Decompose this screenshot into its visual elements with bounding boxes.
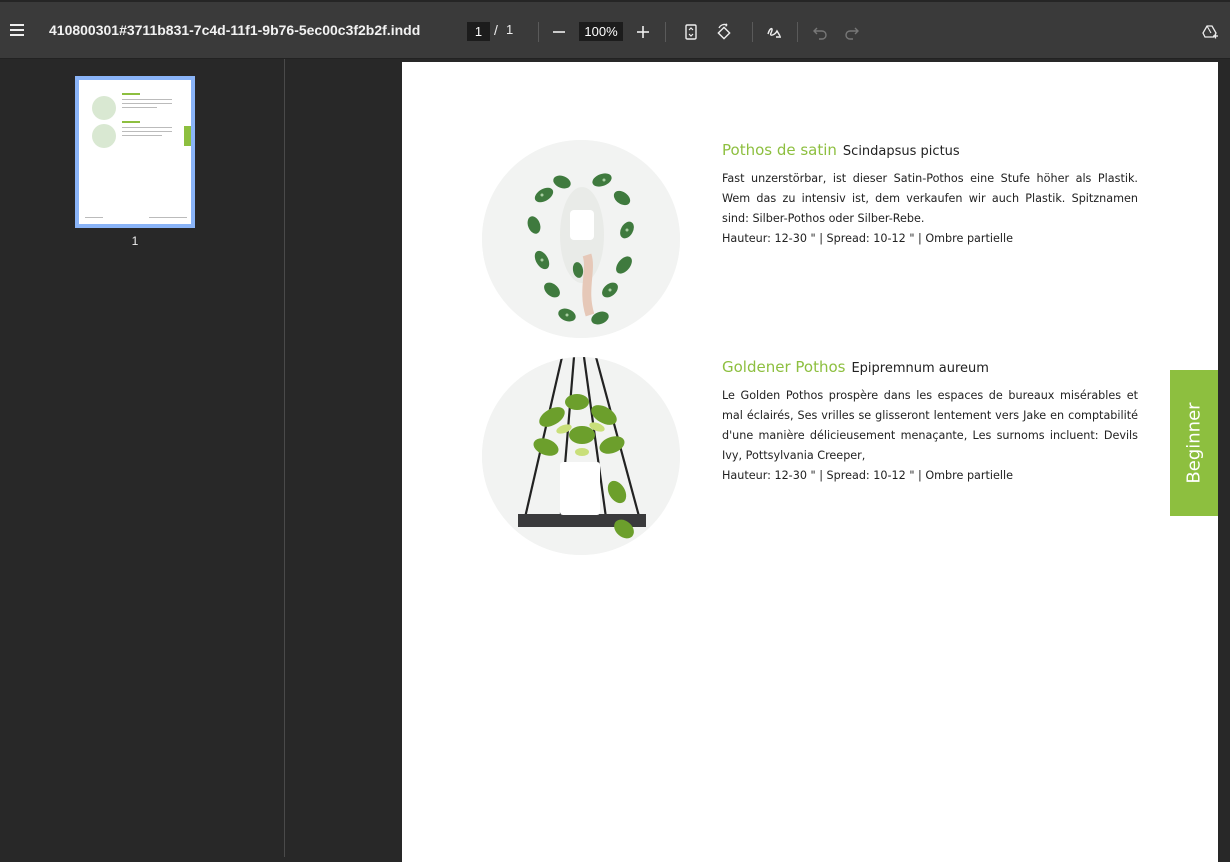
thumbnail-text-line	[122, 107, 157, 108]
thumbnail-footer-line	[85, 217, 103, 218]
thumbnail-text-line	[122, 103, 172, 104]
plant-description: Fast unzerstörbar, ist dieser Satin-Poth…	[722, 172, 1138, 225]
thumbnail-level-tab	[184, 126, 191, 146]
thumbnail-footer-line	[149, 217, 187, 218]
thumbnail-plant-image	[92, 124, 116, 148]
difficulty-level-tab: Beginner	[1170, 370, 1218, 516]
drive-add-icon	[1202, 25, 1218, 39]
draw-icon	[767, 27, 781, 38]
menu-icon[interactable]	[6, 18, 28, 42]
plant-heading: Goldener Pothos Epipremnum aureum	[722, 357, 1138, 376]
thumbnail-sidebar: 1	[0, 59, 285, 857]
thumbnail-page-number: 1	[131, 234, 139, 248]
plant-scientific-name: Epipremnum aureum	[851, 361, 989, 376]
plant-common-name: Goldener Pothos	[722, 358, 846, 376]
satin-pothos-image	[482, 140, 680, 338]
fit-page-button[interactable]	[678, 19, 704, 45]
thumbnail-text-line	[122, 99, 172, 100]
thumbnail-text-line	[122, 127, 172, 128]
zoom-in-button[interactable]	[630, 19, 656, 45]
undo-icon	[813, 27, 827, 40]
redo-button[interactable]	[839, 19, 865, 45]
thumbnail-heading-line	[122, 93, 140, 95]
plant-description: Le Golden Pothos prospère dans les espac…	[722, 389, 1138, 462]
rotate-icon	[717, 23, 731, 40]
thumbnail-text-line	[122, 131, 172, 132]
page-thumbnail[interactable]	[75, 76, 195, 228]
thumbnail-plant-image	[92, 96, 116, 120]
page-total: 1	[506, 22, 514, 37]
draw-button[interactable]	[761, 19, 787, 45]
plant-scientific-name: Scindapsus pictus	[842, 144, 960, 159]
plant-care-info: Hauteur: 12-30 " | Spread: 10-12 " | Omb…	[722, 232, 1013, 245]
minus-icon	[553, 31, 565, 33]
document-page: Pothos de satin Scindapsus pictus Fast un…	[402, 62, 1218, 862]
zoom-level-input[interactable]: 100%	[579, 22, 623, 41]
document-viewport[interactable]: Pothos de satin Scindapsus pictus Fast un…	[286, 59, 1230, 862]
toolbar-divider	[538, 22, 539, 42]
plus-icon	[637, 26, 649, 38]
plant-heading: Pothos de satin Scindapsus pictus	[722, 140, 1138, 159]
page-number-input[interactable]: 1	[467, 22, 490, 41]
plant-entry-satin-pothos: Pothos de satin Scindapsus pictus Fast un…	[722, 140, 1138, 249]
toolbar-divider	[797, 22, 798, 42]
toolbar-divider	[752, 22, 753, 42]
plant-common-name: Pothos de satin	[722, 141, 837, 159]
document-title: 410800301#3711b831-7c4d-11f1-9b76-5ec00c…	[49, 22, 421, 38]
zoom-out-button[interactable]	[546, 19, 572, 45]
fit-page-icon	[685, 24, 697, 40]
golden-pothos-image	[482, 357, 680, 555]
pdf-toolbar: 410800301#3711b831-7c4d-11f1-9b76-5ec00c…	[0, 0, 1230, 59]
thumbnail-text-line	[122, 135, 162, 136]
save-to-drive-button[interactable]	[1197, 19, 1223, 45]
rotate-button[interactable]	[711, 19, 737, 45]
difficulty-level-label: Beginner	[1183, 402, 1205, 484]
thumbnail-heading-line	[122, 121, 140, 123]
page-separator: /	[494, 22, 498, 38]
undo-button[interactable]	[807, 19, 833, 45]
plant-entry-golden-pothos: Goldener Pothos Epipremnum aureum Le Gold…	[722, 357, 1138, 486]
plant-care-info: Hauteur: 12-30 " | Spread: 10-12 " | Omb…	[722, 469, 1013, 482]
redo-icon	[845, 27, 859, 40]
toolbar-divider	[665, 22, 666, 42]
